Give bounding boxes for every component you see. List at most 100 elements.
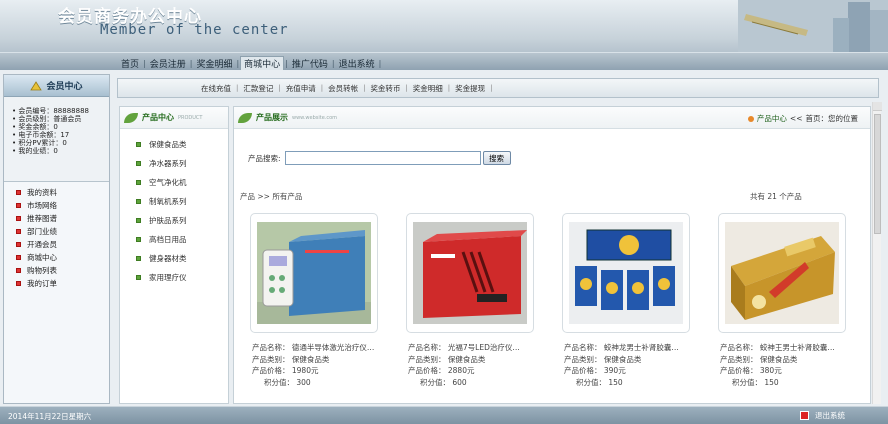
bullet-icon <box>16 242 21 247</box>
breadcrumb-separator: << <box>789 114 803 123</box>
menu-my-orders[interactable]: 我的订单 <box>4 277 109 290</box>
sub-nav: 在线充值 | 汇款登记 | 充值申请 | 会员转帐 | 奖金转币 | 奖金明细 … <box>117 78 879 98</box>
menu-item-label: 开通会员 <box>27 240 57 249</box>
product-points: 积分值： 150 <box>732 377 779 387</box>
product-image <box>725 222 839 324</box>
menu-dept-performance[interactable]: 部门业绩 <box>4 225 109 238</box>
bullet-icon <box>136 218 141 223</box>
search-button[interactable]: 搜索 <box>482 151 511 165</box>
category-item[interactable]: 高档日用品 <box>120 230 228 249</box>
header-logo-building <box>738 0 888 52</box>
menu-mall-center[interactable]: 商城中心 <box>4 251 109 264</box>
footer-logout-button[interactable]: 退出系统 <box>800 410 845 421</box>
list-breadcrumb: 产品 >> 所有产品 <box>240 192 303 201</box>
category-label: 护肤品系列 <box>149 216 187 225</box>
product-points: 积分值： 300 <box>264 377 311 387</box>
breadcrumb-home[interactable]: 首页 <box>806 113 821 124</box>
member-panel: 会员中心 • 会员编号：88888888 • 会员级别：普通会员 • 奖金余额：… <box>3 74 110 404</box>
bullet-icon <box>136 161 141 166</box>
nav-home[interactable]: 首页 <box>118 57 142 70</box>
menu-item-label: 市场网络 <box>27 201 57 210</box>
product-price: 产品价格： 380元 <box>720 366 782 375</box>
product-card[interactable] <box>250 213 378 333</box>
category-item[interactable]: 空气净化机 <box>120 173 228 192</box>
main-nav-bar: 首页 | 会员注册 | 奖金明细 | 商城中心 | 推广代码 | 退出系统 | <box>0 52 888 70</box>
product-card[interactable] <box>406 213 534 333</box>
subnav-bonus-withdraw[interactable]: 奖金提现 <box>452 83 488 94</box>
bullet-icon <box>16 190 21 195</box>
member-info-line: • 会员级别：普通会员 <box>12 115 82 123</box>
category-item[interactable]: 家用理疗仪 <box>120 268 228 287</box>
nav-bonus-detail[interactable]: 奖金明细 <box>193 57 235 70</box>
menu-item-label: 购物列表 <box>27 266 57 275</box>
subnav-bonus-to-coin[interactable]: 奖金转币 <box>367 83 403 94</box>
category-label: 健身器材类 <box>149 254 187 263</box>
product-search: 产品搜索: 搜索 <box>248 151 511 165</box>
category-item[interactable]: 保健食品类 <box>120 135 228 154</box>
category-item[interactable]: 护肤品系列 <box>120 211 228 230</box>
product-display-panel: 产品展示 www.website.com 产品中心 << 首页 ：您的位置 产品… <box>233 106 871 404</box>
search-input[interactable] <box>284 151 481 165</box>
category-label: 高档日用品 <box>149 235 187 244</box>
category-label: 净水器系列 <box>149 159 187 168</box>
menu-referral-chart[interactable]: 推荐图谱 <box>4 212 109 225</box>
bullet-icon <box>136 256 141 261</box>
product-info: 产品名称： 德通半导体激光治疗仪… 产品类别： 保健食品类 产品价格： 1980… <box>252 342 392 388</box>
vertical-scrollbar[interactable] <box>872 102 882 404</box>
product-card[interactable] <box>718 213 846 333</box>
menu-item-label: 我的资料 <box>27 188 57 197</box>
category-item[interactable]: 制氧机系列 <box>120 192 228 211</box>
product-card[interactable] <box>562 213 690 333</box>
product-name[interactable]: 产品名称： 德通半导体激光治疗仪… <box>252 342 392 354</box>
logout-label: 退出系统 <box>815 411 845 420</box>
bullet-icon <box>16 216 21 221</box>
bullet-icon <box>136 237 141 242</box>
subnav-bonus-detail[interactable]: 奖金明细 <box>410 83 446 94</box>
subnav-separator: | <box>490 84 493 92</box>
subnav-remit-register[interactable]: 汇款登记 <box>240 83 276 94</box>
member-info: • 会员编号：88888888 • 会员级别：普通会员 • 奖金余额：0 • 电… <box>4 97 109 182</box>
nav-promo-code[interactable]: 推广代码 <box>289 57 331 70</box>
product-name[interactable]: 产品名称： 光福7号LED治疗仪… <box>408 342 548 354</box>
category-label: 家用理疗仪 <box>149 273 187 282</box>
product-category: 产品类别： 保健食品类 <box>720 354 798 364</box>
search-label: 产品搜索: <box>248 153 281 163</box>
scroll-up-icon[interactable] <box>873 102 882 111</box>
product-name[interactable]: 产品名称： 蛟神王男士补肾胶囊… <box>720 342 860 354</box>
bullet-icon <box>16 281 21 286</box>
subnav-recharge-apply[interactable]: 充值申请 <box>283 83 319 94</box>
menu-my-profile[interactable]: 我的资料 <box>4 186 109 199</box>
nav-member-register[interactable]: 会员注册 <box>147 57 189 70</box>
product-info: 产品名称： 蛟神龙男士补肾胶囊… 产品类别： 保健食品类 产品价格： 390元 … <box>564 342 704 388</box>
category-list: 保健食品类 净水器系列 空气净化机 制氧机系列 护肤品系列 高档日用品 健身器材… <box>120 129 228 287</box>
category-item[interactable]: 健身器材类 <box>120 249 228 268</box>
header: 会员商务办公中心 Member of the center 首页 | 会员注册 … <box>0 0 888 70</box>
bullet-icon <box>136 275 141 280</box>
category-label: 空气净化机 <box>149 178 187 187</box>
breadcrumb-current[interactable]: 产品中心 <box>757 113 787 124</box>
product-points: 积分值： 600 <box>420 377 467 387</box>
nav-mall-center[interactable]: 商城中心 <box>240 56 285 70</box>
location-icon <box>747 115 754 122</box>
product-center-panel: 产品中心 PRODUCT 保健食品类 净水器系列 空气净化机 制氧机系列 护肤品… <box>119 106 229 404</box>
product-center-title: 产品中心 <box>142 113 174 122</box>
product-points: 积分值： 150 <box>576 377 623 387</box>
product-info: 产品名称： 光福7号LED治疗仪… 产品类别： 保健食品类 产品价格： 2880… <box>408 342 548 388</box>
bullet-icon <box>16 255 21 260</box>
menu-market-network[interactable]: 市场网络 <box>4 199 109 212</box>
menu-open-member[interactable]: 开通会员 <box>4 238 109 251</box>
product-name[interactable]: 产品名称： 蛟神龙男士补肾胶囊… <box>564 342 704 354</box>
member-info-line: • 会员编号：88888888 <box>12 107 89 115</box>
product-category: 产品类别： 保健食品类 <box>408 354 486 364</box>
menu-shopping-list[interactable]: 购物列表 <box>4 264 109 277</box>
nav-logout[interactable]: 退出系统 <box>336 57 378 70</box>
bullet-icon <box>16 203 21 208</box>
bullet-icon <box>136 180 141 185</box>
subnav-member-transfer[interactable]: 会员转帐 <box>325 83 361 94</box>
menu-item-label: 部门业绩 <box>27 227 57 236</box>
category-item[interactable]: 净水器系列 <box>120 154 228 173</box>
leaf-icon <box>238 112 252 123</box>
footer: 2014年11月22日星期六 退出系统 <box>0 406 888 424</box>
subnav-online-recharge[interactable]: 在线充值 <box>198 83 234 94</box>
scroll-thumb[interactable] <box>874 114 881 234</box>
